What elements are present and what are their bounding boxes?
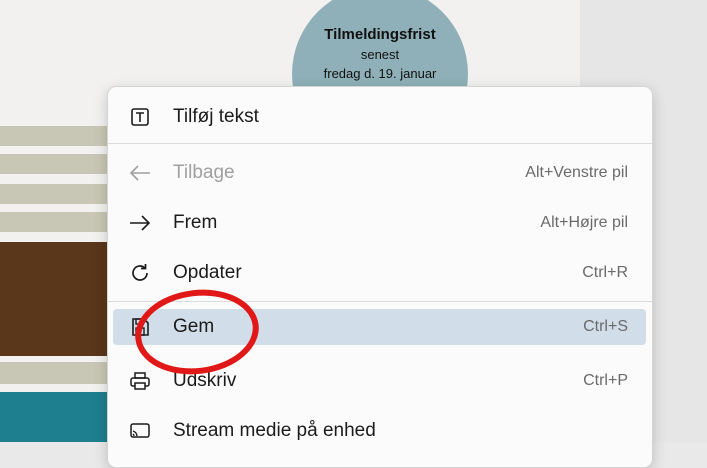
menu-item-refresh[interactable]: Opdater Ctrl+R <box>113 255 646 291</box>
menu-item-label: Tilbage <box>173 162 235 183</box>
menu-item-label: Frem <box>173 212 218 233</box>
menu-item-shortcut: Ctrl+P <box>583 372 628 389</box>
badge-line-3: fredag d. 19. januar <box>323 66 437 81</box>
cast-icon <box>125 422 155 440</box>
arrow-right-icon <box>125 213 155 233</box>
menu-item-save[interactable]: Gem Ctrl+S <box>113 309 646 345</box>
menu-item-label: Opdater <box>173 262 242 283</box>
badge-line-2: senest <box>360 47 400 62</box>
menu-item-label: Stream medie på enhed <box>173 420 376 441</box>
menu-item-shortcut: Alt+Højre pil <box>540 214 628 231</box>
menu-item-label: Tilføj tekst <box>173 106 259 127</box>
menu-item-label: Gem <box>173 316 215 337</box>
refresh-icon <box>125 262 155 284</box>
menu-item-back[interactable]: Tilbage Alt+Venstre pil <box>113 155 646 191</box>
context-menu: Tilføj tekst Tilbage Alt+Venstre pil Fre… <box>107 86 653 468</box>
menu-item-add-text[interactable]: Tilføj tekst <box>113 99 646 135</box>
save-icon <box>125 317 155 337</box>
print-icon <box>125 371 155 391</box>
text-box-icon <box>125 107 155 127</box>
menu-item-shortcut: Ctrl+R <box>582 264 628 281</box>
menu-item-label: Udskriv <box>173 370 237 391</box>
arrow-left-icon <box>125 163 155 183</box>
menu-item-shortcut: Alt+Venstre pil <box>525 164 628 181</box>
menu-item-forward[interactable]: Frem Alt+Højre pil <box>113 205 646 241</box>
menu-item-shortcut: Ctrl+S <box>583 318 628 335</box>
menu-separator <box>108 143 652 144</box>
menu-item-print[interactable]: Udskriv Ctrl+P <box>113 363 646 399</box>
badge-title: Tilmeldingsfrist <box>324 26 436 43</box>
menu-item-cast[interactable]: Stream medie på enhed <box>113 413 646 449</box>
menu-separator <box>108 301 652 302</box>
